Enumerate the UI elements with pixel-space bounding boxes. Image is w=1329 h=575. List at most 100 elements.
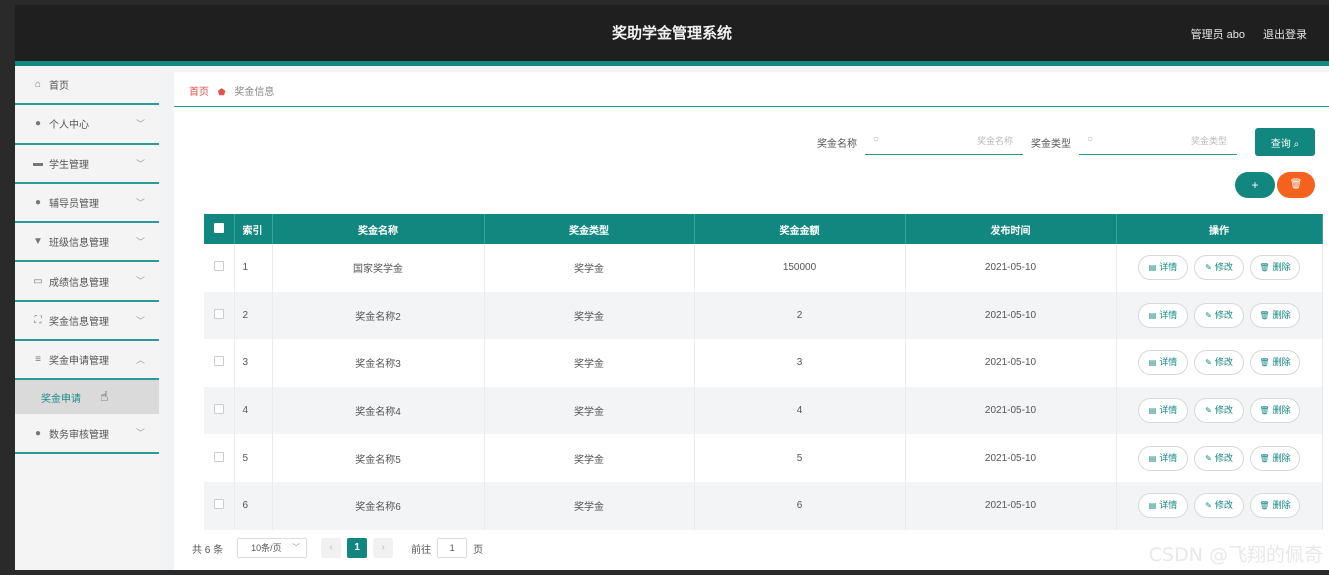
- row-name: 奖金名称2: [272, 291, 485, 340]
- detail-button[interactable]: ▤ 详情: [1138, 398, 1188, 424]
- sidebar-item-label: 班级信息管理: [49, 238, 109, 250]
- next-page-button[interactable]: ›: [373, 538, 394, 558]
- row-checkbox[interactable]: [204, 481, 235, 530]
- column-header-actions: 操作: [1116, 214, 1323, 244]
- name-search-input[interactable]: [893, 129, 1023, 153]
- pencil-icon: ✎: [1205, 263, 1212, 273]
- search-icon: ○: [1087, 134, 1094, 145]
- logout-link[interactable]: 退出登录: [1263, 26, 1307, 42]
- total-count: 共 6 条: [192, 544, 224, 556]
- edit-button[interactable]: ✎ 修改: [1194, 445, 1244, 471]
- watermark: CSDN @飞翔的佩奇: [1148, 544, 1323, 566]
- sidebar: ⌂ 首页 ● 个人中心 ﹀ ▬ 学生管理 ﹀ ● 辅导员管理 ﹀ ▼ 班级信息管…: [15, 66, 159, 570]
- table-row: 3 奖金名称3 奖学金 3 2021-05-10 ▤ 详情 ✎ 修改 🗑 删除: [204, 339, 1323, 387]
- edit-button[interactable]: ✎ 修改: [1194, 493, 1244, 519]
- row-type: 奖学金: [484, 481, 695, 530]
- row-name: 奖金名称5: [272, 434, 485, 482]
- row-checkbox[interactable]: [204, 244, 235, 292]
- row-amount: 3: [694, 339, 906, 387]
- batch-delete-button[interactable]: 🗑: [1277, 172, 1315, 198]
- row-index: 6: [234, 481, 273, 530]
- breadcrumb-home[interactable]: 首页: [189, 87, 209, 98]
- list-icon: ≡: [35, 354, 41, 366]
- row-name: 奖金名称3: [272, 339, 485, 387]
- edit-button[interactable]: ✎ 修改: [1194, 350, 1244, 376]
- row-actions: ▤ 详情 ✎ 修改 🗑 删除: [1116, 386, 1323, 435]
- goto-page-input[interactable]: 1: [437, 538, 468, 558]
- page-size-value: 10条/页: [251, 543, 282, 553]
- main-content: 首页 ⬟ 奖金信息 奖金名称 ○ 奖金类型 ○ 查询 ⌕ + 🗑: [174, 72, 1329, 570]
- trash-icon: 🗑: [1259, 358, 1270, 368]
- row-actions: ▤ 详情 ✎ 修改 🗑 删除: [1116, 481, 1323, 530]
- sidebar-item-home[interactable]: ⌂ 首页: [15, 66, 159, 106]
- expand-icon: ⛶: [34, 314, 42, 326]
- edit-button[interactable]: ✎ 修改: [1194, 398, 1244, 424]
- page-size-select[interactable]: 10条/页 ﹀: [237, 538, 308, 558]
- sidebar-item-scholarship-application[interactable]: ≡ 奖金申请管理 ︿: [15, 341, 159, 381]
- detail-button[interactable]: ▤ 详情: [1138, 493, 1188, 519]
- flag-icon: ▼: [33, 236, 43, 248]
- table-row: 4 奖金名称4 奖学金 4 2021-05-10 ▤ 详情 ✎ 修改 🗑 删除: [204, 386, 1323, 435]
- page-number-button[interactable]: 1: [347, 538, 368, 558]
- prev-page-button[interactable]: ‹: [321, 538, 342, 558]
- column-header-type: 奖金类型: [484, 214, 695, 244]
- pagination: 共 6 条 10条/页 ﹀ ‹ 1 › 前往 1 页: [192, 538, 483, 558]
- app-window: 奖助学金管理系统 管理员 abo 退出登录 ⌂ 首页 ● 个人中心 ﹀ ▬ 学生…: [15, 5, 1329, 570]
- row-checkbox[interactable]: [204, 339, 235, 387]
- chevron-down-icon: ﹀: [135, 276, 145, 287]
- detail-button[interactable]: ▤ 详情: [1138, 302, 1188, 328]
- delete-button[interactable]: 🗑 删除: [1250, 398, 1300, 424]
- detail-button[interactable]: ▤ 详情: [1138, 350, 1188, 376]
- row-type: 奖学金: [484, 386, 695, 435]
- page-suffix-label: 页: [473, 544, 484, 556]
- row-type: 奖学金: [484, 339, 695, 387]
- sidebar-item-grades[interactable]: ▭ 成绩信息管理 ﹀: [15, 262, 159, 302]
- delete-button[interactable]: 🗑 删除: [1250, 302, 1300, 328]
- table-row: 2 奖金名称2 奖学金 2 2021-05-10 ▤ 详情 ✎ 修改 🗑 删除: [204, 291, 1323, 340]
- query-button[interactable]: 查询 ⌕: [1255, 128, 1315, 156]
- chevron-down-icon: ﹀: [135, 158, 145, 169]
- column-header-index: 索引: [234, 214, 273, 244]
- detail-button[interactable]: ▤ 详情: [1138, 445, 1188, 471]
- sidebar-item-students[interactable]: ▬ 学生管理 ﹀: [15, 145, 159, 184]
- delete-button[interactable]: 🗑 删除: [1250, 255, 1300, 281]
- select-all-checkbox[interactable]: [204, 214, 235, 244]
- delete-button[interactable]: 🗑 删除: [1250, 493, 1300, 519]
- sidebar-item-personal-center[interactable]: ● 个人中心 ﹀: [15, 105, 159, 145]
- row-date: 2021-05-10: [905, 386, 1117, 435]
- row-type: 奖学金: [484, 291, 695, 340]
- sidebar-item-counselors[interactable]: ● 辅导员管理 ﹀: [15, 184, 159, 224]
- row-date: 2021-05-10: [905, 339, 1117, 387]
- row-checkbox[interactable]: [204, 434, 235, 482]
- delete-button[interactable]: 🗑 删除: [1250, 445, 1300, 471]
- type-search-input[interactable]: [1107, 129, 1237, 153]
- hand-cursor-icon: ☝: [100, 388, 109, 405]
- detail-button[interactable]: ▤ 详情: [1138, 255, 1188, 281]
- document-icon: ▤: [1148, 358, 1157, 368]
- sidebar-item-label: 成绩信息管理: [49, 277, 109, 289]
- home-icon: ⌂: [34, 79, 42, 91]
- document-icon: ▤: [1148, 453, 1157, 463]
- row-checkbox[interactable]: [204, 386, 235, 435]
- table-header-row: 索引 奖金名称 奖金类型 奖金金额 发布时间 操作: [204, 214, 1323, 244]
- sidebar-subitem-apply[interactable]: 奖金申请 ☝: [15, 380, 159, 415]
- add-button[interactable]: +: [1235, 172, 1275, 198]
- edit-button[interactable]: ✎ 修改: [1194, 302, 1244, 328]
- sidebar-item-scholarship-info[interactable]: ⛶ 奖金信息管理 ﹀: [15, 302, 159, 342]
- table-row: 6 奖金名称6 奖学金 6 2021-05-10 ▤ 详情 ✎ 修改 🗑 删除: [204, 481, 1323, 530]
- delete-button[interactable]: 🗑 删除: [1250, 350, 1300, 376]
- row-type: 奖学金: [484, 434, 695, 482]
- row-index: 1: [234, 244, 273, 292]
- sidebar-item-label: 数务审核管理: [49, 429, 109, 441]
- pin-icon: ●: [34, 427, 42, 439]
- edit-button[interactable]: ✎ 修改: [1194, 255, 1244, 281]
- row-actions: ▤ 详情 ✎ 修改 🗑 删除: [1116, 434, 1323, 482]
- chevron-down-icon: ﹀: [135, 237, 145, 248]
- row-checkbox[interactable]: [204, 291, 235, 340]
- row-index: 2: [234, 291, 273, 340]
- column-header-name: 奖金名称: [272, 214, 485, 244]
- document-icon: ▤: [1148, 263, 1157, 273]
- trash-icon: 🗑: [1259, 406, 1270, 416]
- sidebar-item-review[interactable]: ● 数务审核管理 ﹀: [15, 414, 159, 454]
- sidebar-item-classes[interactable]: ▼ 班级信息管理 ﹀: [15, 223, 159, 263]
